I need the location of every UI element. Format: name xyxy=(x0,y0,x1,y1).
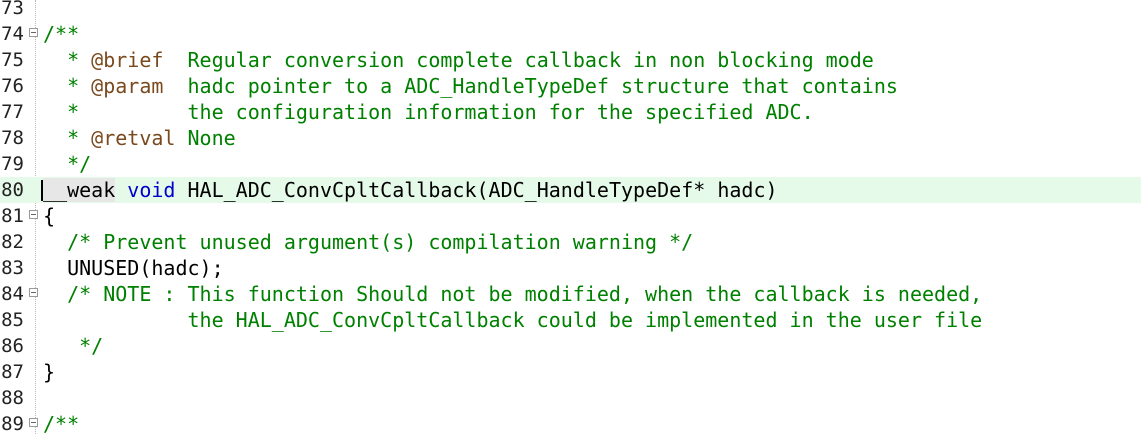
line-number: 74 xyxy=(1,23,24,45)
doc-tag-token: @retval xyxy=(91,126,176,150)
line-number: 87 xyxy=(1,361,24,383)
code-token: UNUSED(hadc); xyxy=(43,256,224,280)
code-line[interactable]: 77 * the configuration information for t… xyxy=(0,99,1141,125)
line-code: */ xyxy=(43,151,91,177)
code-line[interactable]: 85 the HAL_ADC_ConvCpltCallback could be… xyxy=(0,307,1141,333)
code-token: } xyxy=(43,360,56,384)
line-code: __weak void HAL_ADC_ConvCpltCallback(ADC… xyxy=(43,177,778,203)
line-code: * the configuration information for the … xyxy=(43,99,814,125)
keyword-token: void xyxy=(127,178,176,202)
line-code: * @retval None xyxy=(43,125,236,151)
code-token: { xyxy=(43,204,56,228)
code-line[interactable]: 74 /** xyxy=(0,21,1141,47)
comment-token: */ xyxy=(43,152,92,176)
comment-token: * xyxy=(43,126,92,150)
line-number: 76 xyxy=(1,75,24,97)
line-number: 88 xyxy=(1,387,24,409)
line-code: * @param hadc pointer to a ADC_HandleTyp… xyxy=(43,73,898,99)
line-number: 73 xyxy=(1,0,24,19)
fold-collapse-icon[interactable] xyxy=(29,418,38,427)
code-line[interactable]: 88 xyxy=(0,385,1141,411)
line-code: /* Prevent unused argument(s) compilatio… xyxy=(43,229,693,255)
code-line[interactable]: 83 UNUSED(hadc); xyxy=(0,255,1141,281)
code-line[interactable]: 87} xyxy=(0,359,1141,385)
code-line[interactable]: 89 /** xyxy=(0,411,1141,434)
line-code: /* NOTE : This function Should not be mo… xyxy=(43,281,982,307)
code-line[interactable]: 86 */ xyxy=(0,333,1141,359)
line-code: UNUSED(hadc); xyxy=(43,255,224,281)
line-code: /** xyxy=(43,411,79,434)
comment-token: None xyxy=(175,126,236,150)
code-line[interactable]: 81 { xyxy=(0,203,1141,229)
line-number: 89 xyxy=(1,413,24,434)
code-line[interactable]: 79 */ xyxy=(0,151,1141,177)
doc-tag-token: @brief xyxy=(91,48,164,72)
code-line[interactable]: 80 __weak void HAL_ADC_ConvCpltCallback(A… xyxy=(0,177,1141,203)
line-code: */ xyxy=(43,333,103,359)
comment-token: */ xyxy=(43,334,104,358)
line-number: 86 xyxy=(1,335,24,357)
line-code: /** xyxy=(43,21,79,47)
line-number: 85 xyxy=(1,309,24,331)
line-number: 78 xyxy=(1,127,24,149)
line-code: the HAL_ADC_ConvCpltCallback could be im… xyxy=(43,307,982,333)
comment-token: * xyxy=(43,48,92,72)
comment-token: /** xyxy=(43,22,80,46)
code-editor[interactable]: 73 74/** 75 * @brief Regular conversion co… xyxy=(0,0,1141,434)
line-number: 83 xyxy=(1,257,24,279)
line-number: 77 xyxy=(1,101,24,123)
comment-token: /* NOTE : This function Should not be mo… xyxy=(43,282,983,306)
macro-token: __weak xyxy=(43,178,116,202)
code-line[interactable]: 78 * @retval None xyxy=(0,125,1141,151)
comment-token: hadc pointer to a ADC_HandleTypeDef stru… xyxy=(163,74,898,98)
comment-token: * xyxy=(43,74,92,98)
comment-token: /** xyxy=(43,412,80,434)
comment-token: /* Prevent unused argument(s) compilatio… xyxy=(43,230,694,254)
line-number: 82 xyxy=(1,231,24,253)
line-number: 75 xyxy=(1,49,24,71)
doc-tag-token: @param xyxy=(91,74,164,98)
comment-token: Regular conversion complete callback in … xyxy=(163,48,874,72)
comment-token: the HAL_ADC_ConvCpltCallback could be im… xyxy=(43,308,983,332)
fold-collapse-icon[interactable] xyxy=(29,210,38,219)
line-number: 80 xyxy=(1,179,24,201)
text-cursor xyxy=(41,180,43,201)
code-line[interactable]: 82 /* Prevent unused argument(s) compila… xyxy=(0,229,1141,255)
line-code: } xyxy=(43,359,55,385)
line-number: 84 xyxy=(1,283,24,305)
line-code: * @brief Regular conversion complete cal… xyxy=(43,47,874,73)
line-code: { xyxy=(43,203,55,229)
fold-collapse-icon[interactable] xyxy=(29,28,38,37)
line-number: 79 xyxy=(1,153,24,175)
comment-token: * the configuration information for the … xyxy=(43,100,814,124)
code-line[interactable]: 75 * @brief Regular conversion complete … xyxy=(0,47,1141,73)
fold-collapse-icon[interactable] xyxy=(29,288,38,297)
code-token: HAL_ADC_ConvCpltCallback(ADC_HandleTypeD… xyxy=(175,178,778,202)
code-line[interactable]: 73 xyxy=(0,0,1141,21)
code-line[interactable]: 76 * @param hadc pointer to a ADC_Handle… xyxy=(0,73,1141,99)
line-number: 81 xyxy=(1,205,24,227)
code-line[interactable]: 84 /* NOTE : This function Should not be… xyxy=(0,281,1141,307)
